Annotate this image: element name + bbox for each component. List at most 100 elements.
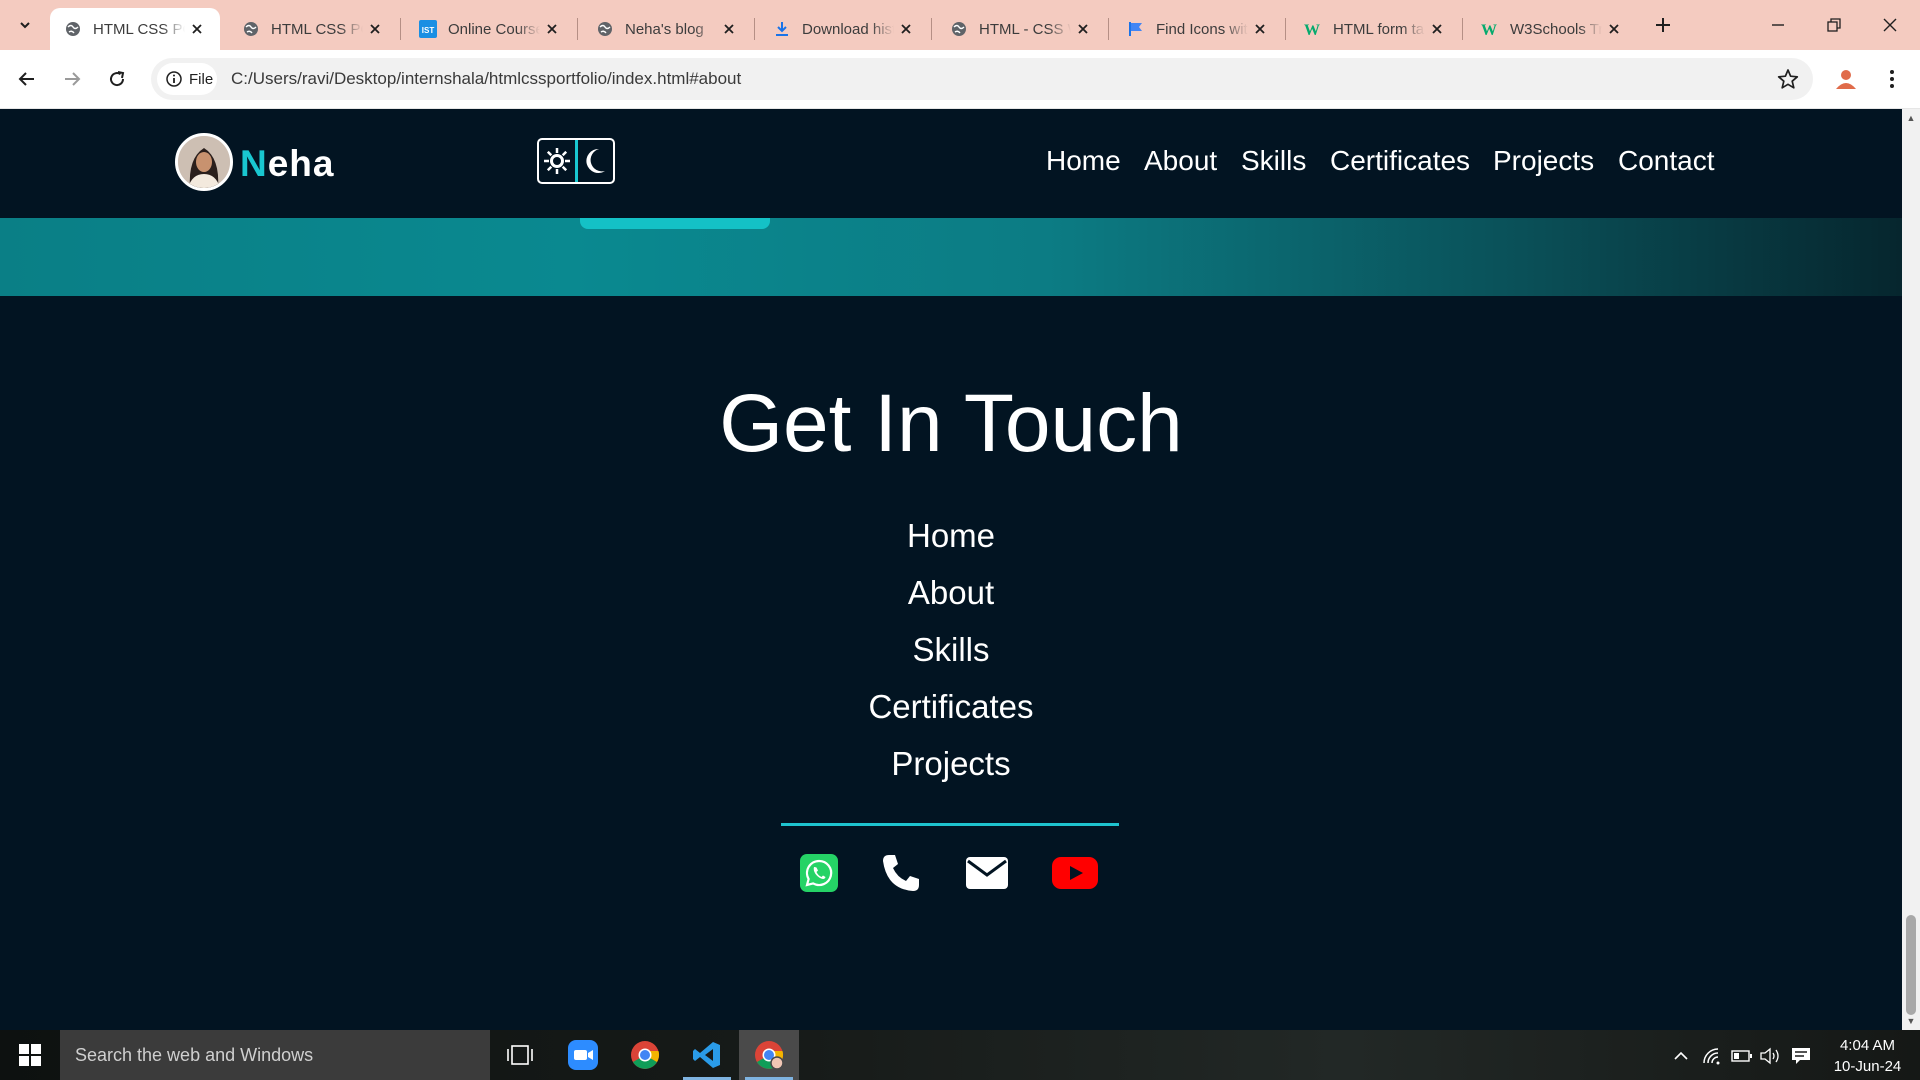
download-icon: [773, 20, 791, 38]
mail-icon: [966, 857, 1008, 889]
close-icon[interactable]: [1428, 20, 1446, 38]
whatsapp-link[interactable]: [800, 847, 838, 899]
start-button[interactable]: [0, 1030, 60, 1080]
scrollbar-thumb[interactable]: [1906, 915, 1916, 1015]
url-text[interactable]: C:/Users/ravi/Desktop/internshala/htmlcs…: [231, 69, 741, 89]
tab-title: HTML - CSS W3: [979, 20, 1071, 38]
address-bar[interactable]: File C:/Users/ravi/Desktop/internshala/h…: [151, 58, 1813, 100]
battery-button[interactable]: [1731, 1045, 1753, 1067]
tab-title: Download history: [802, 20, 894, 38]
youtube-link[interactable]: [1052, 847, 1098, 899]
nav-about[interactable]: About: [1144, 145, 1217, 177]
chrome-app-button[interactable]: [615, 1030, 675, 1080]
tab-6[interactable]: Find Icons with: [1113, 8, 1283, 50]
tab-title: HTML form tags: [1333, 20, 1425, 38]
footer-link-projects[interactable]: Projects: [0, 745, 1902, 783]
tab-7[interactable]: W HTML form tags: [1290, 8, 1460, 50]
profile-button[interactable]: [1830, 63, 1862, 95]
nav-certificates[interactable]: Certificates: [1330, 145, 1470, 177]
tab-title: Find Icons with: [1156, 20, 1248, 38]
brand-initial: N: [240, 143, 268, 184]
reload-icon: [110, 71, 125, 87]
nav-home[interactable]: Home: [1046, 145, 1121, 177]
tab-4[interactable]: Download history: [759, 8, 929, 50]
close-icon[interactable]: [543, 20, 561, 38]
notifications-button[interactable]: [1790, 1045, 1812, 1067]
arrow-right-icon: [65, 72, 81, 86]
globe-icon: [596, 20, 614, 38]
scroll-down-icon[interactable]: ▼: [1906, 1016, 1916, 1026]
browser-tab-strip: HTML CSS PORTFOLIO HTML CSS PORTFOLIO IS…: [0, 0, 1920, 50]
tab-separator: [754, 18, 755, 40]
zoom-app-button[interactable]: [553, 1030, 613, 1080]
phone-link[interactable]: [880, 847, 922, 899]
wifi-icon: [1703, 1048, 1720, 1065]
close-icon[interactable]: [720, 20, 738, 38]
minimize-button[interactable]: [1750, 0, 1806, 50]
zoom-icon: [568, 1040, 598, 1070]
brand-name[interactable]: Neha: [240, 143, 335, 185]
tab-2[interactable]: IST Online Courses: [405, 8, 575, 50]
mail-link[interactable]: [966, 847, 1008, 899]
new-tab-button[interactable]: [1650, 12, 1676, 38]
tab-search-button[interactable]: [8, 8, 42, 42]
svg-text:W: W: [1304, 22, 1320, 37]
tab-5[interactable]: HTML - CSS W3: [936, 8, 1106, 50]
theme-toggle[interactable]: [537, 138, 615, 184]
show-hidden-icons-button[interactable]: [1670, 1045, 1692, 1067]
tab-8[interactable]: W W3Schools Tryit: [1467, 8, 1637, 50]
network-button[interactable]: [1701, 1045, 1723, 1067]
light-mode-button[interactable]: [539, 140, 575, 182]
tab-3[interactable]: Neha's blog: [582, 8, 752, 50]
browser-toolbar: File C:/Users/ravi/Desktop/internshala/h…: [0, 50, 1920, 109]
close-icon[interactable]: [1251, 20, 1269, 38]
task-view-button[interactable]: [490, 1030, 550, 1080]
site-info-chip[interactable]: File: [157, 63, 217, 95]
info-icon: [166, 71, 182, 87]
chrome-app-button-active[interactable]: [739, 1030, 799, 1080]
page-scrollbar[interactable]: ▲ ▼: [1902, 109, 1920, 1030]
moon-icon: [586, 148, 606, 173]
close-icon[interactable]: [366, 20, 384, 38]
chevron-down-icon: [20, 22, 30, 29]
ist-icon: IST: [419, 20, 437, 38]
nav-projects[interactable]: Projects: [1493, 145, 1594, 177]
nav-contact[interactable]: Contact: [1618, 145, 1715, 177]
footer-link-skills[interactable]: Skills: [0, 631, 1902, 669]
tab-0[interactable]: HTML CSS PORTFOLIO: [50, 8, 220, 50]
close-icon[interactable]: [188, 20, 206, 38]
footer-title: Get In Touch: [719, 378, 1183, 469]
restore-icon: [1827, 18, 1841, 32]
restore-button[interactable]: [1806, 0, 1862, 50]
chevron-up-icon: [1674, 1051, 1688, 1060]
dark-mode-button[interactable]: [578, 140, 614, 182]
tab-separator: [931, 18, 932, 40]
taskbar-clock[interactable]: 4:04 AM 10-Jun-24: [1825, 1035, 1910, 1077]
footer-link-certificates[interactable]: Certificates: [0, 688, 1902, 726]
back-button[interactable]: [11, 63, 43, 95]
tab-separator: [1462, 18, 1463, 40]
close-icon[interactable]: [897, 20, 915, 38]
close-icon[interactable]: [1605, 20, 1623, 38]
taskbar-search[interactable]: Search the web and Windows: [60, 1030, 490, 1080]
clock-date: 10-Jun-24: [1833, 1058, 1902, 1075]
forward-button[interactable]: [56, 63, 88, 95]
footer-link-home[interactable]: Home: [0, 517, 1902, 555]
vscode-app-button[interactable]: [677, 1030, 737, 1080]
footer-divider: [781, 823, 1119, 826]
page-viewport: Neha Home About Skills Certificates Proj…: [0, 109, 1902, 1030]
youtube-icon: [1052, 857, 1098, 889]
volume-button[interactable]: [1760, 1045, 1782, 1067]
menu-button[interactable]: [1876, 63, 1908, 95]
tab-title: HTML CSS PORTFOLIO: [93, 20, 185, 38]
close-icon[interactable]: [1074, 20, 1092, 38]
nav-skills[interactable]: Skills: [1241, 145, 1306, 177]
reload-button[interactable]: [101, 63, 133, 95]
tab-1[interactable]: HTML CSS PORTFOLIO: [228, 8, 398, 50]
close-window-button[interactable]: [1862, 0, 1918, 50]
tab-title: Online Courses: [448, 20, 540, 38]
scroll-up-icon[interactable]: ▲: [1906, 113, 1916, 123]
star-icon[interactable]: [1777, 68, 1799, 90]
footer-link-about[interactable]: About: [0, 574, 1902, 612]
globe-icon: [950, 20, 968, 38]
